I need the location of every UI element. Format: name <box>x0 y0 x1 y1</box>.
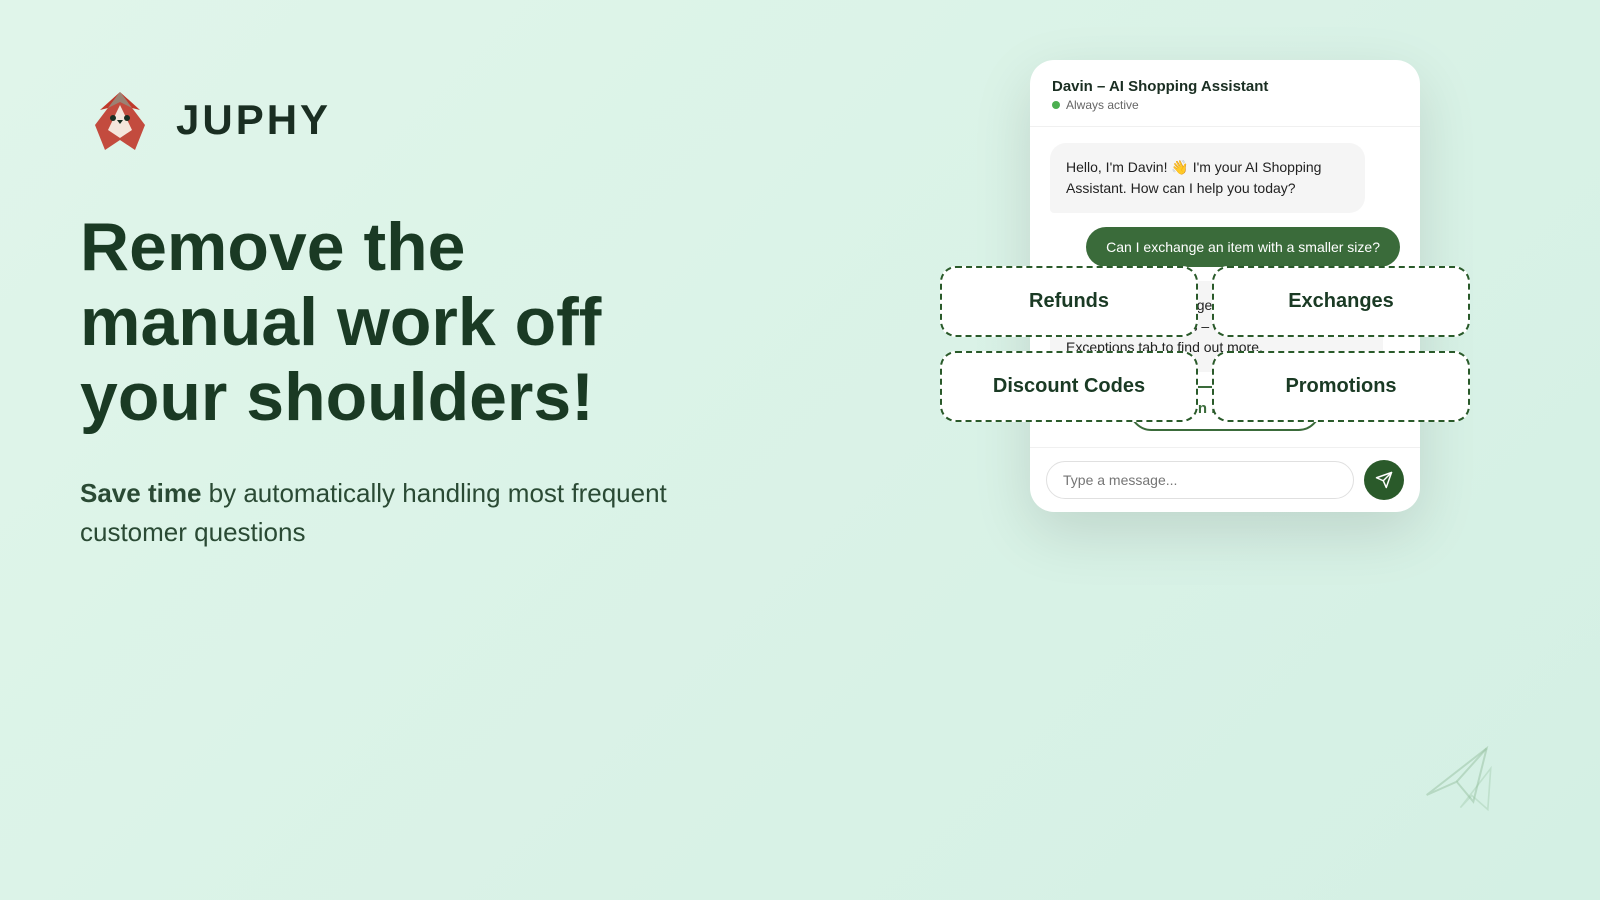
brand-name: JUPHY <box>176 96 331 144</box>
bot-message-1: Hello, I'm Davin! 👋 I'm your AI Shopping… <box>1050 143 1365 213</box>
juphy-logo-icon <box>80 80 160 160</box>
send-button[interactable] <box>1364 460 1404 500</box>
status-label: Always active <box>1066 98 1139 112</box>
quick-reply-promotions[interactable]: Promotions <box>1212 351 1470 422</box>
quick-reply-discount-codes[interactable]: Discount Codes <box>940 351 1198 422</box>
headline: Remove the manual work off your shoulder… <box>80 210 700 434</box>
chat-status: Always active <box>1052 98 1398 112</box>
chat-input-area <box>1030 447 1420 512</box>
status-dot <box>1052 101 1060 109</box>
chat-widget: Davin – AI Shopping Assistant Always act… <box>1030 60 1420 512</box>
left-panel: JUPHY Remove the manual work off your sh… <box>80 80 700 552</box>
quick-reply-refunds[interactable]: Refunds <box>940 266 1198 337</box>
message-input[interactable] <box>1046 461 1354 499</box>
quick-reply-exchanges[interactable]: Exchanges <box>1212 266 1470 337</box>
decorative-planes <box>1420 735 1500 820</box>
quick-replies: Refunds Exchanges Discount Codes Promoti… <box>940 266 1470 422</box>
send-icon <box>1375 471 1393 489</box>
subtext: Save time by automatically handling most… <box>80 474 700 552</box>
chat-title: Davin – AI Shopping Assistant <box>1052 78 1398 95</box>
chat-header: Davin – AI Shopping Assistant Always act… <box>1030 60 1420 127</box>
logo-container: JUPHY <box>80 80 700 160</box>
user-message-1: Can I exchange an item with a smaller si… <box>1086 227 1400 267</box>
